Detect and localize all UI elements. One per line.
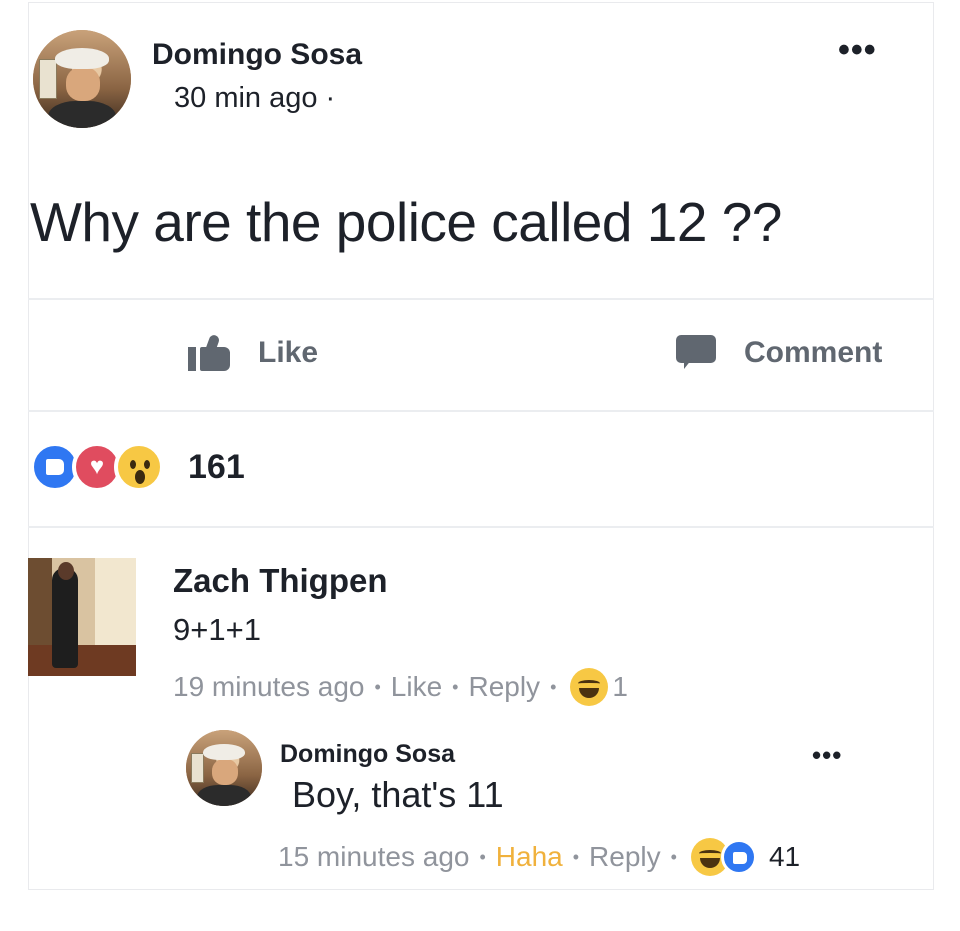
reply-author-name[interactable]: Domingo Sosa	[280, 740, 455, 769]
comment-text: 9+1+1	[173, 612, 261, 647]
thumbs-up-icon	[188, 333, 234, 371]
post-timestamp[interactable]: 30 min ago ·	[174, 82, 335, 115]
poster-name[interactable]: Domingo Sosa	[152, 38, 362, 72]
commenter-name[interactable]: Zach Thigpen	[173, 562, 388, 600]
like-reaction-icon	[720, 839, 757, 875]
divider	[28, 298, 934, 300]
reply-text: Boy, that's 11	[292, 774, 504, 815]
reaction-count: 161	[188, 447, 245, 486]
poster-avatar[interactable]	[33, 30, 131, 128]
comment-reply-link[interactable]: Reply	[468, 671, 540, 703]
wow-reaction-icon	[114, 442, 164, 492]
more-options-icon[interactable]: •••	[838, 33, 888, 67]
comment-reaction-count[interactable]: 1	[612, 671, 628, 703]
comment-like-link[interactable]: Like	[391, 671, 442, 703]
reply-more-options-icon[interactable]: •••	[812, 740, 842, 771]
comment-meta: 19 minutes ago • Like • Reply • 1	[173, 668, 628, 706]
haha-reaction-icon	[570, 668, 609, 706]
reply-avatar[interactable]	[186, 730, 262, 806]
comment-label: Comment	[744, 336, 883, 369]
reactions-summary[interactable]: 161	[30, 440, 245, 494]
post-text: Why are the police called 12 ??	[30, 191, 782, 253]
like-label: Like	[258, 336, 319, 369]
reply-reaction-count[interactable]: 41	[769, 841, 800, 873]
commenter-avatar[interactable]	[28, 558, 136, 676]
like-button[interactable]: Like	[188, 333, 319, 371]
comment-timestamp[interactable]: 19 minutes ago	[173, 671, 364, 703]
reply-haha-link[interactable]: Haha	[496, 841, 563, 873]
comment-button[interactable]: Comment	[676, 335, 882, 371]
divider	[28, 526, 934, 528]
divider	[28, 410, 934, 412]
reply-reply-link[interactable]: Reply	[589, 841, 661, 873]
comment-bubble-icon	[676, 335, 716, 371]
reply-timestamp[interactable]: 15 minutes ago	[278, 841, 469, 873]
reply-meta: 15 minutes ago • Haha • Reply • 41	[278, 838, 800, 876]
